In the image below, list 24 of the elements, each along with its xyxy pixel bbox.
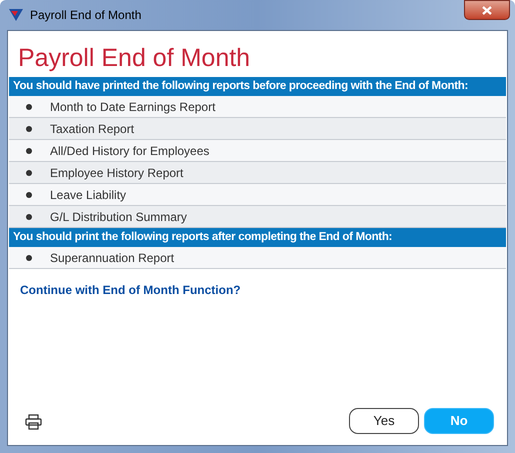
app-logo-icon [8,8,24,22]
report-name: G/L Distribution Summary [50,208,187,226]
section-banner: You should print the following reports after completing the End of Month: [9,228,506,247]
close-button[interactable] [464,0,510,20]
bullet-icon [26,254,32,260]
confirm-question: Continue with End of Month Function? [19,282,242,299]
report-name: Leave Liability [50,186,126,204]
report-name: Superannuation Report [50,250,174,266]
window-title: Payroll End of Month [30,7,142,24]
report-name: Taxation Report [50,120,134,138]
close-icon [482,6,492,14]
dialog-button[interactable]: Yes [349,408,419,434]
report-name: All/Ded History for Employees [50,142,210,160]
bullet-icon [26,192,32,198]
section-banner: You should have printed the following reports before proceeding with the End of Month: [9,77,506,96]
bullet-icon [26,214,32,220]
bullet-icon [26,148,32,154]
report-name: Month to Date Earnings Report [50,98,216,116]
print-icon[interactable] [25,414,42,430]
bullet-icon [26,126,32,132]
report-name: Employee History Report [50,164,184,182]
bullet-icon [26,170,32,176]
dialog-heading: Payroll End of Month [17,43,252,74]
bullet-icon [26,104,32,110]
